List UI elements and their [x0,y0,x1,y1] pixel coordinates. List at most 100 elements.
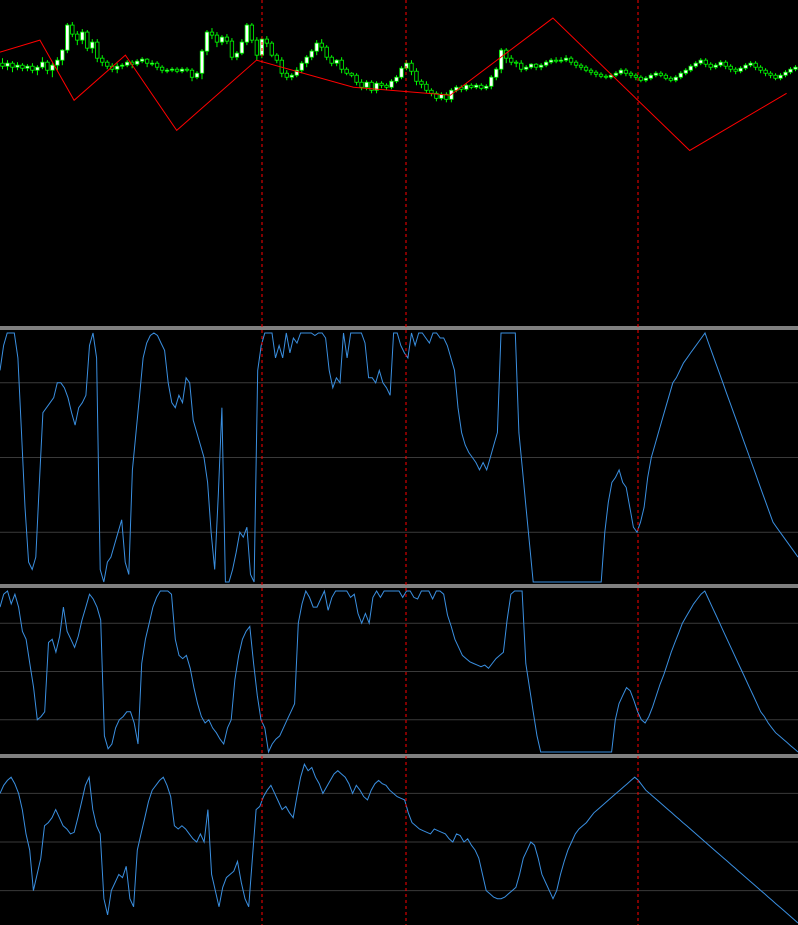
candle-bear [30,65,35,71]
pane-separator-gap [0,327,798,329]
candle-bear [85,31,90,49]
candle-bear [623,69,629,74]
candle-bull [693,62,698,67]
candle-bear [663,74,668,79]
candle-bear [354,74,359,83]
pane-separator-gap [0,585,798,587]
candle-bear [598,73,604,77]
candle-bull [678,72,683,78]
candle-bear [578,64,584,68]
candle-bear [638,76,644,81]
candle-bear [628,72,634,76]
candle-bear [324,46,329,58]
candle-bull [484,85,489,89]
candle-bear [658,72,663,76]
candle-bull [219,36,225,43]
candle-bear [105,61,110,67]
candle-bull [15,64,20,68]
candle-bull [524,66,529,70]
candle-bear [229,40,235,58]
candle-bear [773,74,778,79]
candle-bull [179,68,185,72]
candle-bull [548,59,554,63]
candle-bear [75,33,80,41]
candle-bull [139,58,145,62]
candle-bear [274,54,279,61]
candle-bear [184,68,190,71]
candle-bull [60,49,65,61]
candle-bear [588,69,594,73]
candle-bear [254,39,260,56]
candle-bear [154,62,160,68]
candle-bear [703,59,708,65]
candle-bull [239,41,245,54]
candle-bear [264,38,269,44]
candle-bear [469,84,474,88]
candle-bull [289,74,294,78]
candle-bear [0,62,5,67]
candle-bear [603,75,609,78]
candle-bull [299,62,304,71]
candle-bull [50,64,55,71]
chart-canvas [0,0,798,925]
candle-bear [424,83,429,91]
candle-bull [653,72,659,76]
candle-bear [534,63,539,68]
candle-bull [125,61,130,66]
candle-bear [144,58,150,64]
candle-bear [573,61,579,66]
candle-bull [55,59,60,66]
candle-bull [563,57,569,61]
candle-bear [344,68,349,74]
candle-bear [209,31,215,36]
candle-bull [115,65,120,70]
candle-bull [748,62,753,66]
candle-bear [349,72,354,76]
candle-bull [394,76,399,82]
candle-bull [673,76,678,81]
candle-bear [479,84,484,89]
candle-bear [159,66,165,71]
candle-bull [399,67,404,78]
candle-bull [199,50,205,74]
candle-bull [65,24,70,51]
candle-bear [419,80,424,85]
candle-bear [733,68,738,72]
candle-bear [758,66,763,71]
candle-bull [648,74,654,79]
candle-bear [174,68,180,72]
candle-bull [149,62,155,65]
candle-bull [743,64,748,69]
candle-bull [738,67,743,72]
candle-bear [95,41,100,59]
candle-bull [683,69,688,74]
candle-bear [319,42,324,48]
candle-bear [753,62,758,68]
candle-bear [583,66,589,71]
candle-bear [728,65,733,70]
candle-bear [224,36,230,42]
candle-bull [543,61,549,66]
candle-bull [389,80,394,88]
candle-bull [314,42,319,52]
candle-bull [135,60,140,65]
candle-bear [568,57,574,63]
candle-bear [214,34,220,43]
candle-bear [514,61,519,64]
candle-bull [783,71,788,76]
candle-bear [100,57,105,63]
candle-bull [25,65,30,69]
candle-bull [474,84,479,88]
candle-bull [309,50,314,58]
candle-bear [723,61,728,67]
candle-bull [244,24,250,43]
candle-bull [793,66,798,70]
candle-bull [5,62,10,67]
candle-bear [269,42,274,56]
candle-bear [359,81,364,88]
candle-bear [45,61,50,71]
candle-bear [20,64,25,69]
candle-bull [169,68,175,71]
candle-bear [593,71,599,75]
candle-bull [259,38,264,56]
